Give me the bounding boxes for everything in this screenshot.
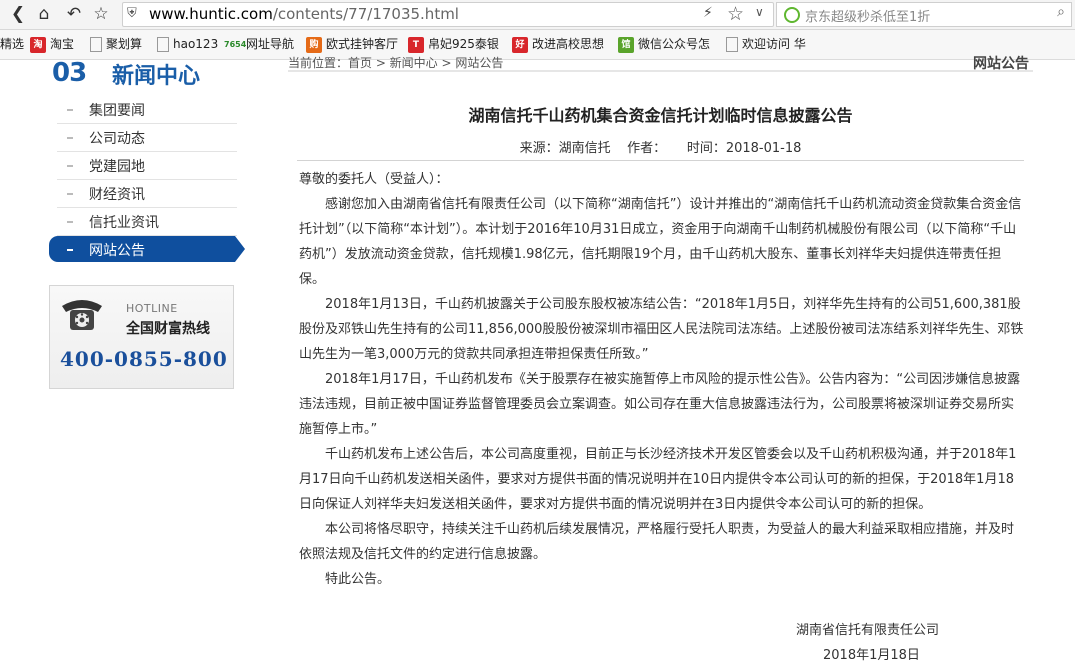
search-input[interactable]: 京东超级秒杀低至1折 bbox=[805, 6, 930, 25]
bullet-icon bbox=[67, 109, 73, 111]
good-icon: 好 bbox=[512, 36, 528, 53]
sidebar-item-announcements[interactable]: 网站公告 bbox=[49, 236, 245, 262]
divider bbox=[288, 70, 1033, 72]
bookmarks-bar: 精选 淘淘宝 聚划算 hao123 7654网址导航 购欧式挂钟客厅 T 帛妃92… bbox=[0, 30, 1075, 60]
bookmark-item[interactable]: T 帛妃925泰银 bbox=[408, 36, 499, 53]
bookmark-item[interactable]: hao123 bbox=[155, 36, 218, 53]
bookmark-label: 欧式挂钟客厅 bbox=[326, 37, 399, 51]
article-paragraph: 本公司将恪尽职守，持续关注千山药机后续发展情况，严格履行受托人职责，为受益人的最… bbox=[299, 522, 1015, 562]
tmall-icon: T bbox=[408, 36, 424, 53]
browser-toolbar: ❮ ⌂ ↶ ☆ ⛨ www.huntic.com/contents/77/170… bbox=[0, 0, 1075, 30]
bookmark-item[interactable]: 7654网址导航 bbox=[224, 36, 294, 53]
telephone-icon bbox=[62, 300, 102, 330]
divider bbox=[297, 160, 1024, 161]
7654-icon: 7654 bbox=[224, 39, 247, 49]
sidebar-item-finance-news[interactable]: 财经资讯 bbox=[57, 180, 237, 208]
bookmark-label: 帛妃925泰银 bbox=[428, 37, 499, 51]
sidebar-item-label: 党建园地 bbox=[89, 159, 145, 175]
page-icon bbox=[726, 37, 738, 52]
chevron-down-icon[interactable]: ∨ bbox=[755, 5, 764, 19]
article-paragraph: 2018年1月13日，千山药机披露关于公司股东股权被冻结公告：“2018年1月5… bbox=[299, 297, 1024, 362]
search-engine-logo-icon bbox=[784, 7, 800, 23]
url-text[interactable]: www.huntic.com/contents/77/17035.html bbox=[149, 5, 459, 24]
bullet-icon bbox=[67, 221, 73, 223]
sidebar-menu: 集团要闻 公司动态 党建园地 财经资讯 信托业资讯 网站公告 bbox=[49, 96, 247, 262]
bookmark-label: 聚划算 bbox=[106, 37, 143, 51]
favorite-star-icon[interactable]: ☆ bbox=[91, 4, 111, 24]
section-number: 03 bbox=[52, 58, 87, 88]
bookmark-label: hao123 bbox=[173, 37, 219, 51]
bullet-icon bbox=[67, 193, 73, 195]
bookmark-label: 改进高校思想 bbox=[532, 37, 605, 51]
undo-close-icon[interactable]: ↶ bbox=[64, 4, 84, 24]
page-icon bbox=[157, 37, 169, 52]
breadcrumb[interactable]: 当前位置：首页 > 新闻中心 > 网站公告 bbox=[288, 54, 503, 71]
article-salutation: 尊敬的委托人（受益人）： bbox=[299, 172, 449, 187]
section-title: 新闻中心 bbox=[112, 64, 201, 89]
bullet-icon bbox=[67, 137, 73, 139]
sidebar-item-company-news[interactable]: 公司动态 bbox=[57, 124, 237, 152]
sidebar-item-label: 财经资讯 bbox=[89, 187, 145, 203]
bookmark-label: 网址导航 bbox=[246, 37, 295, 51]
bookmark-item[interactable]: 欢迎访问 华 bbox=[724, 36, 806, 53]
shield-icon: ⛨ bbox=[127, 6, 137, 21]
hotline-banner[interactable]: HOTLINE 全国财富热线 400-0855-800 bbox=[49, 285, 234, 389]
bookmark-item[interactable]: 精选 bbox=[0, 36, 24, 53]
bookmark-label: 淘宝 bbox=[50, 37, 75, 51]
sidebar-item-trust-news[interactable]: 信托业资讯 bbox=[57, 208, 237, 236]
article-paragraph: 感谢您加入由湖南省信托有限责任公司（以下简称“湖南信托”）设计并推出的“湖南信托… bbox=[299, 197, 1022, 287]
url-path: /contents/77/17035.html bbox=[272, 5, 459, 23]
bookmark-label: 精选 bbox=[0, 37, 25, 51]
search-box[interactable]: 京东超级秒杀低至1折 ⌕ bbox=[776, 2, 1072, 27]
bullet-icon bbox=[67, 165, 73, 167]
sidebar-item-label: 公司动态 bbox=[89, 131, 145, 147]
sidebar-item-label: 集团要闻 bbox=[89, 103, 145, 119]
article-title: 湖南信托千山药机集合资金信托计划临时信息披露公告 bbox=[468, 106, 853, 125]
shop-icon: 购 bbox=[306, 36, 322, 53]
article-meta-text: 来源：湖南信托 作者： 时间：2018-01-18 bbox=[519, 141, 802, 156]
hotline-label-en: HOTLINE bbox=[126, 302, 178, 315]
back-icon[interactable]: ❮ bbox=[8, 4, 28, 24]
article-meta: 来源：湖南信托 作者： 时间：2018-01-18 bbox=[288, 137, 1033, 156]
article-paragraph: 2018年1月17日，千山药机发布《关于股票存在被实施暂停上市风险的提示性公告》… bbox=[299, 372, 1021, 437]
url-domain: www.huntic.com bbox=[149, 5, 273, 23]
bookmark-item[interactable]: 好改进高校思想 bbox=[512, 36, 604, 53]
taobao-icon: 淘 bbox=[30, 36, 46, 53]
bookmark-label: 欢迎访问 华 bbox=[742, 37, 806, 51]
bookmark-star-icon[interactable]: ☆ bbox=[727, 3, 744, 25]
sidebar-item-group-news[interactable]: 集团要闻 bbox=[57, 96, 237, 124]
home-icon[interactable]: ⌂ bbox=[34, 4, 54, 24]
search-icon[interactable]: ⌕ bbox=[1057, 4, 1065, 20]
article-paragraph: 特此公告。 bbox=[325, 572, 391, 587]
hotline-label: 全国财富热线 bbox=[126, 321, 210, 337]
bookmark-item[interactable]: 淘淘宝 bbox=[30, 36, 74, 53]
article-body: 尊敬的委托人（受益人）： 感谢您加入由湖南省信托有限责任公司（以下简称“湖南信托… bbox=[299, 167, 1024, 592]
hotline-number: 400-0855-800 bbox=[60, 347, 228, 371]
sidebar-item-label: 网站公告 bbox=[89, 243, 145, 259]
bookmark-item[interactable]: 购欧式挂钟客厅 bbox=[306, 36, 398, 53]
bolt-icon[interactable]: ⚡ bbox=[703, 5, 713, 21]
bullet-icon bbox=[67, 249, 73, 251]
signature-date: 2018年1月18日 bbox=[823, 648, 920, 663]
article-paragraph: 千山药机发布上述公告后，本公司高度重视，目前正与长沙经济技术开发区管委会以及千山… bbox=[299, 447, 1017, 512]
bookmark-label: 微信公众号怎 bbox=[638, 37, 711, 51]
sidebar-item-party-building[interactable]: 党建园地 bbox=[57, 152, 237, 180]
library-icon: 馆 bbox=[618, 36, 634, 53]
address-bar[interactable]: ⛨ www.huntic.com/contents/77/17035.html … bbox=[122, 2, 774, 27]
bookmark-item[interactable]: 馆微信公众号怎 bbox=[618, 36, 710, 53]
sidebar-item-label: 信托业资讯 bbox=[89, 215, 159, 231]
bookmark-item[interactable]: 聚划算 bbox=[88, 36, 142, 53]
signature-organization: 湖南省信托有限责任公司 bbox=[796, 623, 940, 638]
page-icon bbox=[90, 37, 102, 52]
